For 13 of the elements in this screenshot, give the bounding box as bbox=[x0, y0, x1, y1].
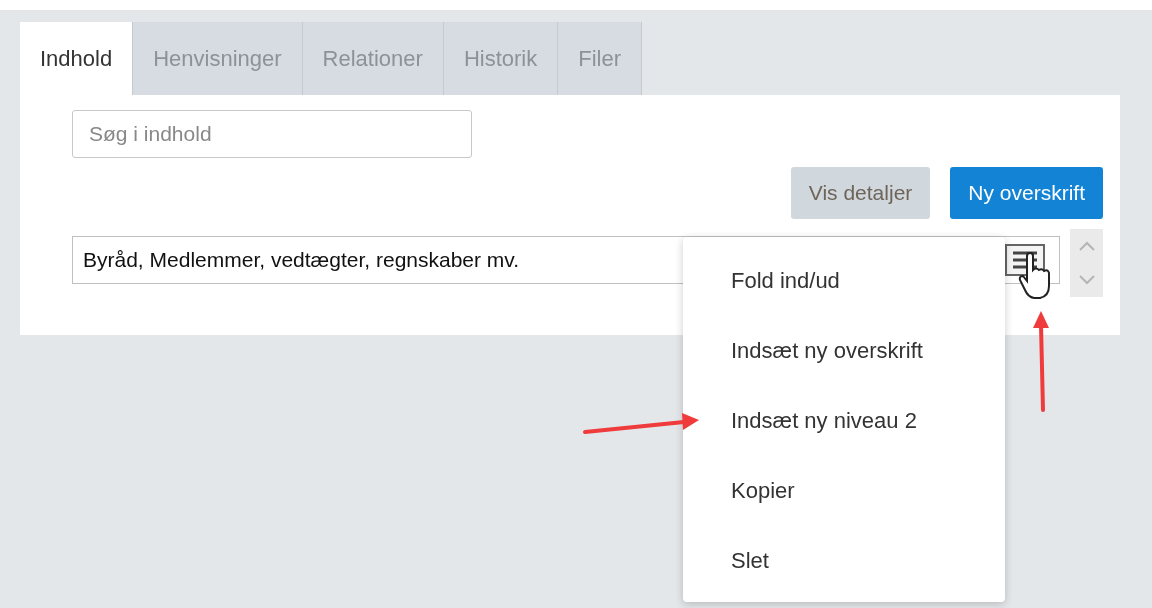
heading-text: Byråd, Medlemmer, vedtægter, regnskaber mv. bbox=[83, 247, 520, 274]
chevron-down-icon bbox=[1077, 274, 1096, 286]
menu-item[interactable]: Slet bbox=[683, 531, 1005, 601]
tab[interactable]: Indhold bbox=[20, 22, 133, 95]
menu-item[interactable]: Indsæt ny overskrift bbox=[683, 321, 1005, 391]
menu-icon bbox=[1011, 250, 1039, 270]
hand-cursor-icon bbox=[1018, 252, 1052, 300]
menu-item[interactable]: Kopier bbox=[683, 461, 1005, 531]
search-field[interactable]: Søg i indhold bbox=[72, 110, 472, 158]
chevron-up-icon bbox=[1077, 240, 1096, 252]
menu-item[interactable]: Indsæt ny niveau 2 bbox=[683, 391, 1005, 461]
new-heading-button[interactable]: Ny overskrift bbox=[950, 167, 1103, 219]
details-button[interactable]: Vis detaljer bbox=[790, 167, 931, 219]
